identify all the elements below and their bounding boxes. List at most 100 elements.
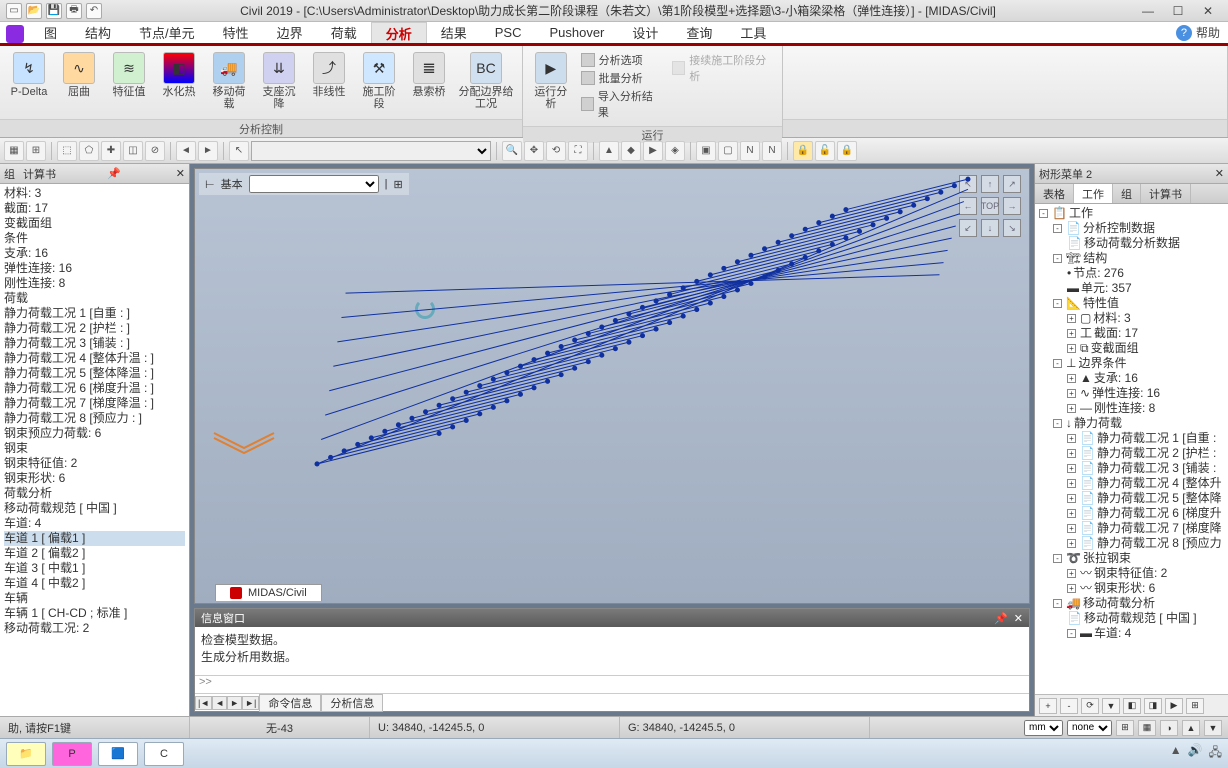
menu-design[interactable]: 设计 [618,22,672,43]
ribbon-moving-load[interactable]: 🚚移动荷载 [206,50,252,112]
rtree-btn8-icon[interactable]: ⊞ [1186,698,1204,714]
tool-pan-icon[interactable]: ✥ [524,141,544,161]
rtree-expand-icon[interactable]: + [1039,698,1057,714]
tool-lock2-icon[interactable]: 🔓 [815,141,835,161]
tool-zoom-icon[interactable]: 🔍 [502,141,522,161]
tool-view-iso-icon[interactable]: ◈ [665,141,685,161]
left-tree-item[interactable]: 车道 1 [ 偏载1 ] [4,531,185,546]
menu-analysis[interactable]: 分析 [371,22,427,43]
left-tree-item[interactable]: 静力荷载工况 4 [整体升温 : ] [4,351,185,366]
tool-fit-icon[interactable]: ⛶ [568,141,588,161]
message-pin-icon[interactable]: 📌 [994,612,1008,625]
right-tree[interactable]: -📋 工作 -📄 分析控制数据 📄 移动荷载分析数据 -🏗 结构 • 节点: 2… [1035,204,1228,694]
left-tree-item[interactable]: 刚性连接: 8 [4,276,185,291]
left-tree-item[interactable]: 静力荷载工况 8 [预应力 : ] [4,411,185,426]
menu-pushover[interactable]: Pushover [535,22,618,43]
ribbon-buckling[interactable]: ∿屈曲 [56,50,102,100]
taskbar-app3-icon[interactable]: 🟦 [98,742,138,766]
ribbon-pdelta[interactable]: ↯P-Delta [6,50,52,100]
tray-network-icon[interactable]: 🖧 [1209,743,1222,764]
ribbon-nonlinear[interactable]: ⤴非线性 [306,50,352,100]
left-tree-item[interactable]: 车道 4 [ 中载2 ] [4,576,185,591]
menu-node-elem[interactable]: 节点/单元 [125,22,209,43]
status-up-icon[interactable]: ▲ [1182,720,1200,736]
close-button[interactable]: ✕ [1196,3,1220,19]
left-tree-item[interactable]: 弹性连接: 16 [4,261,185,276]
help-button[interactable]: ? 帮助 [1168,22,1228,43]
ribbon-hydration[interactable]: ◧水化热 [156,50,202,100]
status-down-icon[interactable]: ▼ [1204,720,1222,736]
ribbon-cable[interactable]: 𝌆悬索桥 [406,50,452,100]
left-tree-item[interactable]: 条件 [4,231,185,246]
ribbon-analysis-options[interactable]: 分析选项 [581,52,660,68]
menu-load[interactable]: 荷载 [317,22,371,43]
ribbon-run-analysis[interactable]: ▶运行分析 [529,50,573,112]
tray-arrow-icon[interactable]: ▲ [1170,743,1182,764]
ribbon-eigen[interactable]: ≋特征值 [106,50,152,100]
tool-select-icon[interactable]: ⬚ [57,141,77,161]
left-tree-item[interactable]: 静力荷载工况 1 [自重 : ] [4,306,185,321]
tool-lock3-icon[interactable]: 🔒 [837,141,857,161]
tool-label-n-icon[interactable]: N [740,141,760,161]
status-unit-length[interactable]: mm [1024,720,1063,736]
left-tree-item[interactable]: 材料: 3 [4,186,185,201]
left-tree-item[interactable]: 移动荷载工况: 2 [4,621,185,636]
left-tree-item[interactable]: 车道: 4 [4,516,185,531]
tool-view-top-icon[interactable]: ▲ [599,141,619,161]
left-tree-item[interactable]: 移动荷载规范 [ 中国 ] [4,501,185,516]
left-close-icon[interactable]: ✕ [176,167,185,180]
menu-result[interactable]: 结果 [427,22,481,43]
left-tree-item[interactable]: 钢束形状: 6 [4,471,185,486]
qat-undo-icon[interactable]: ↶ [86,3,102,19]
left-tree-item[interactable]: 静力荷载工况 3 [铺装 : ] [4,336,185,351]
msg-nav-prev[interactable]: ◄ [212,696,227,710]
left-pin-icon[interactable]: 📌 [107,167,121,180]
left-tree-item[interactable]: 静力荷载工况 7 [梯度降温 : ] [4,396,185,411]
menu-property[interactable]: 特性 [209,22,263,43]
menu-tool[interactable]: 工具 [726,22,780,43]
left-tree-item[interactable]: 车道 3 [ 中载1 ] [4,561,185,576]
ribbon-import-results[interactable]: 导入分析结果 [581,88,660,120]
tool-snap-icon[interactable]: ⊞ [26,141,46,161]
left-tree-item[interactable]: 车辆 1 [ CH-CD ; 标准 ] [4,606,185,621]
msg-tab-analysis[interactable]: 分析信息 [321,694,383,712]
right-tab-work[interactable]: 工作 [1074,184,1113,203]
ribbon-construction[interactable]: ⚒施工阶段 [356,50,402,112]
tool-select-cross-icon[interactable]: ✚ [101,141,121,161]
left-tree-item[interactable]: 车辆 [4,591,185,606]
left-tree[interactable]: 材料: 3截面: 17变截面组条件支承: 16弹性连接: 16刚性连接: 8荷载… [0,184,189,716]
tool-grid-icon[interactable]: ▦ [4,141,24,161]
tool-display-icon[interactable]: ▣ [696,141,716,161]
taskbar-powerpoint-icon[interactable]: P [52,742,92,766]
tool-label-e-icon[interactable]: N [762,141,782,161]
status-btn2-icon[interactable]: ▦ [1138,720,1156,736]
left-tree-item[interactable]: 钢束预应力荷载: 6 [4,426,185,441]
tool-hide-icon[interactable]: ▢ [718,141,738,161]
left-tree-item[interactable]: 截面: 17 [4,201,185,216]
command-prompt[interactable]: >> [195,675,1029,693]
rtree-btn6-icon[interactable]: ◨ [1144,698,1162,714]
taskbar-midas-icon[interactable]: C [144,742,184,766]
left-tree-item[interactable]: 荷载 [4,291,185,306]
tool-lock1-icon[interactable]: 🔒 [793,141,813,161]
tool-selection-dropdown[interactable] [251,141,491,161]
right-close-icon[interactable]: ✕ [1215,167,1224,180]
left-tab-group[interactable]: 组 [4,166,15,182]
rtree-collapse-icon[interactable]: - [1060,698,1078,714]
message-body[interactable]: 检查模型数据。 生成分析用数据。 [195,627,1029,675]
qat-print-icon[interactable]: 🖶 [66,3,82,19]
msg-tab-command[interactable]: 命令信息 [259,694,321,712]
ribbon-boundary-assign[interactable]: BC分配边界给工况 [456,50,516,112]
menu-view[interactable]: 图 [30,22,71,43]
left-tree-item[interactable]: 静力荷载工况 2 [护栏 : ] [4,321,185,336]
rtree-refresh-icon[interactable]: ⟳ [1081,698,1099,714]
left-tree-item[interactable]: 变截面组 [4,216,185,231]
menu-psc[interactable]: PSC [481,22,536,43]
viewport-3d[interactable]: ⊢ 基本 | ⊞ ↖↑↗ ←TOP→ ↙↓↘ MIDAS/Civil [194,168,1030,604]
qat-new-icon[interactable]: ▭ [6,3,22,19]
ribbon-settlement[interactable]: ⇊支座沉降 [256,50,302,112]
tool-rotate-icon[interactable]: ⟲ [546,141,566,161]
left-tree-item[interactable]: 静力荷载工况 5 [整体降温 : ] [4,366,185,381]
rtree-btn5-icon[interactable]: ◧ [1123,698,1141,714]
left-tree-item[interactable]: 支承: 16 [4,246,185,261]
